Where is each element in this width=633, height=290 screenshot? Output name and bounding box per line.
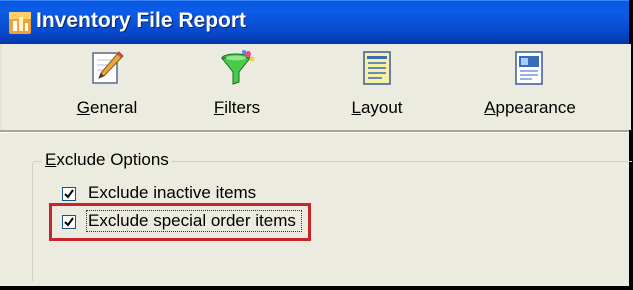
- toolbar-appearance-button[interactable]: Appearance: [474, 50, 586, 126]
- exclude-options-panel: Exclude Options Exclude inactive items E…: [0, 133, 632, 286]
- checkbox-box[interactable]: [62, 187, 76, 201]
- exclude-options-legend: Exclude Options: [42, 150, 172, 170]
- checkmark-icon: [64, 189, 74, 199]
- red-highlight-box: [49, 203, 311, 241]
- toolbar-appearance-label: Appearance: [484, 98, 576, 117]
- funnel-icon: [220, 50, 255, 85]
- inventory-file-report-window: Inventory File Report General Filters La…: [0, 0, 633, 290]
- pencil-paper-icon: [92, 51, 124, 84]
- exclude-inactive-items-checkbox[interactable]: Exclude inactive items: [62, 183, 262, 205]
- exclude-inactive-items-label: Exclude inactive items: [88, 183, 257, 202]
- window-title: Inventory File Report: [36, 9, 247, 32]
- toolbar-layout-button[interactable]: Layout: [332, 50, 422, 126]
- appearance-document-icon: [515, 51, 543, 85]
- toolbar-filters-button[interactable]: Filters: [192, 50, 282, 126]
- title-bar[interactable]: Inventory File Report: [0, 0, 629, 44]
- toolbar-filters-label: Filters: [213, 98, 261, 117]
- toolbar-general-label: General: [76, 98, 138, 117]
- layout-document-icon: [363, 51, 391, 85]
- toolbar-layout-label: Layout: [351, 98, 403, 117]
- report-app-icon: [8, 11, 32, 35]
- toolbar-general-button[interactable]: General: [62, 50, 152, 126]
- report-toolbar: General Filters Layout Appearance: [0, 44, 631, 130]
